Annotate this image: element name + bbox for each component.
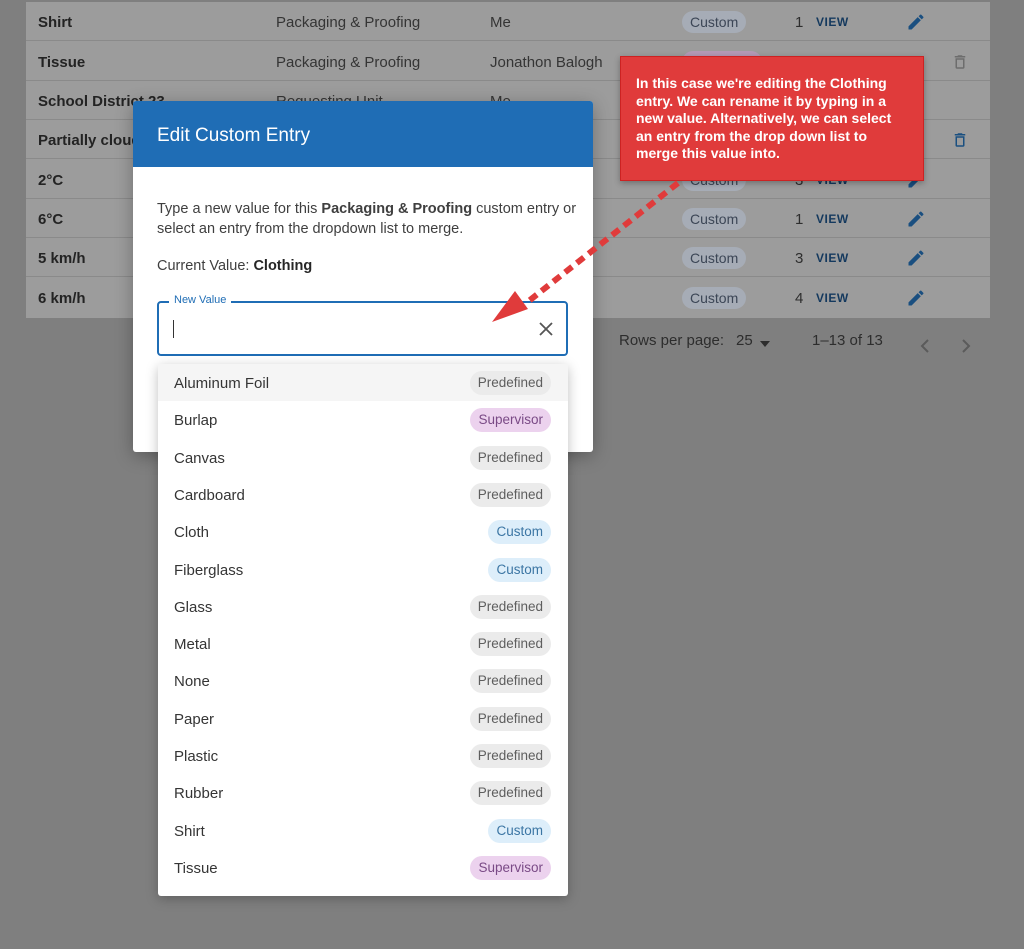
option-label: Rubber	[174, 785, 224, 803]
status-badge: Custom	[682, 208, 747, 230]
option-label: None	[174, 673, 210, 691]
row-name: Shirt	[38, 14, 73, 31]
dropdown-option[interactable]: Cloth Custom	[158, 513, 568, 550]
option-type-badge: Predefined	[469, 445, 551, 470]
row-count: 3	[795, 250, 804, 267]
chevron-left-icon[interactable]	[920, 339, 930, 353]
option-type-badge: Predefined	[469, 482, 551, 507]
option-type-badge: Custom	[488, 520, 551, 545]
view-link[interactable]: VIEW	[816, 212, 849, 226]
caret-down-icon[interactable]	[760, 341, 770, 347]
option-type-badge: Predefined	[469, 594, 551, 619]
rows-per-page-select[interactable]: 25	[736, 332, 753, 349]
option-type-badge: Custom	[488, 557, 551, 582]
current-value-label: Current Value:	[157, 258, 254, 274]
row-category: Packaging & Proofing	[276, 14, 421, 31]
pencil-icon[interactable]	[906, 288, 926, 308]
row-created-by: Me	[490, 14, 511, 31]
option-label: Tissue	[174, 859, 218, 877]
dropdown-option[interactable]: Aluminum Foil Predefined	[158, 364, 568, 401]
row-name: 5 km/h	[38, 250, 86, 267]
option-label: Burlap	[174, 412, 218, 430]
dropdown-option[interactable]: Tissue Supervisor	[158, 849, 568, 886]
annotation-callout: In this case we're editing the Clothing …	[620, 56, 924, 181]
option-type-badge: Predefined	[469, 781, 551, 806]
option-type-badge: Predefined	[469, 706, 551, 731]
option-type-badge: Predefined	[469, 632, 551, 657]
dropdown-option[interactable]: Shirt Custom	[158, 812, 568, 849]
chevron-right-icon[interactable]	[961, 339, 971, 353]
status-badge: Custom	[682, 287, 747, 309]
row-count: 1	[795, 211, 804, 228]
dialog-description: Type a new value for this Packaging & Pr…	[157, 199, 577, 239]
trash-icon[interactable]	[951, 129, 969, 151]
option-label: Glass	[174, 598, 213, 616]
pencil-icon[interactable]	[906, 248, 926, 268]
page-range: 1–13 of 13	[812, 332, 883, 349]
option-label: Cardboard	[174, 486, 245, 504]
entry-dropdown-list: Aluminum Foil Predefined Burlap Supervisor C…	[158, 364, 568, 896]
dropdown-option[interactable]: Paper Predefined	[158, 700, 568, 737]
option-label: Shirt	[174, 822, 205, 840]
dropdown-option[interactable]: None Predefined	[158, 662, 568, 699]
view-link[interactable]: VIEW	[816, 251, 849, 265]
table-row[interactable]: Shirt Packaging & Proofing Me Custom 1 V…	[26, 2, 990, 41]
rows-per-page-label: Rows per page:	[619, 332, 725, 349]
new-value-label: New Value	[169, 294, 232, 306]
row-category: Packaging & Proofing	[276, 54, 421, 71]
row-created-by: Jonathon Balogh	[490, 54, 603, 71]
row-name: 2°C	[38, 172, 64, 189]
new-value-input[interactable]	[171, 317, 521, 341]
dropdown-option[interactable]: Metal Predefined	[158, 625, 568, 662]
dropdown-option[interactable]: Glass Predefined	[158, 588, 568, 625]
status-badge: Custom	[682, 247, 747, 269]
dialog-title: Edit Custom Entry	[133, 101, 593, 167]
option-label: Plastic	[174, 748, 219, 765]
option-label: Aluminum Foil	[174, 375, 270, 392]
dropdown-option[interactable]: Burlap Supervisor	[158, 401, 568, 438]
option-label: Paper	[174, 710, 215, 728]
option-type-badge: Custom	[488, 818, 551, 843]
option-label: Canvas	[174, 449, 225, 467]
row-name: 6°C	[38, 211, 64, 228]
pencil-icon[interactable]	[906, 209, 926, 229]
dropdown-option[interactable]: Rubber Predefined	[158, 774, 568, 811]
option-type-badge: Predefined	[469, 371, 551, 395]
new-value-field[interactable]: New Value	[157, 294, 568, 356]
desc-prefix: Type a new value for this	[157, 201, 322, 217]
current-value: Current Value: Clothing	[157, 258, 312, 274]
view-link[interactable]: VIEW	[816, 291, 849, 305]
option-type-badge: Supervisor	[470, 855, 551, 880]
current-value-text: Clothing	[253, 258, 313, 274]
dropdown-option[interactable]: Fiberglass Custom	[158, 551, 568, 588]
option-label: Fiberglass	[174, 561, 244, 579]
text-caret	[173, 320, 174, 338]
desc-category: Packaging & Proofing	[321, 201, 473, 217]
dropdown-option[interactable]: Cardboard Predefined	[158, 476, 568, 513]
status-badge: Custom	[682, 11, 747, 33]
row-count: 1	[795, 14, 804, 31]
row-name: 6 km/h	[38, 290, 86, 307]
row-name: Tissue	[38, 54, 86, 71]
option-type-badge: Supervisor	[470, 408, 551, 433]
option-label: Cloth	[174, 524, 210, 542]
dropdown-option[interactable]: Canvas Predefined	[158, 439, 568, 476]
row-count: 4	[795, 290, 804, 307]
close-icon[interactable]	[538, 321, 554, 337]
option-label: Metal	[174, 636, 211, 654]
dropdown-option[interactable]: Plastic Predefined	[158, 737, 568, 774]
option-type-badge: Predefined	[469, 744, 551, 768]
pencil-icon[interactable]	[906, 12, 926, 32]
option-type-badge: Predefined	[469, 669, 551, 694]
trash-icon[interactable]	[951, 51, 969, 73]
view-link[interactable]: VIEW	[816, 15, 849, 29]
